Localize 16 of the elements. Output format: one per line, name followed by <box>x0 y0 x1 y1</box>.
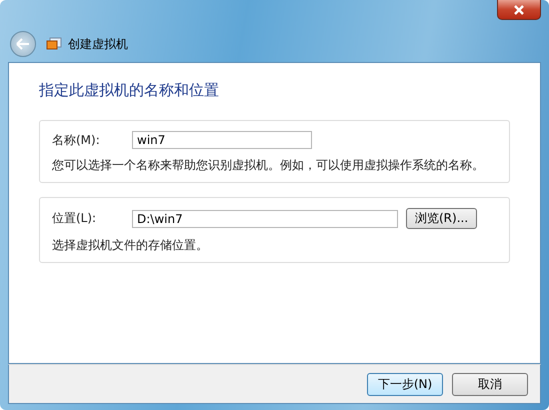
browse-button[interactable]: 浏览(R)... <box>406 208 478 229</box>
field-label: 位置(L): <box>52 210 98 227</box>
app-icon <box>46 37 62 51</box>
cancel-button[interactable]: 取消 <box>452 372 528 396</box>
back-button[interactable] <box>10 31 36 57</box>
hint-text: 选择虚拟机文件的存储位置。 <box>52 237 209 254</box>
location-field[interactable]: D:\win7 <box>132 210 398 228</box>
field-label: 名称(M): <box>52 132 101 148</box>
page-heading: 指定此虚拟机的名称和位置 <box>39 81 220 100</box>
next-button[interactable]: 下一步(N) <box>367 372 443 396</box>
window-title: 创建虚拟机 <box>68 36 128 52</box>
close-icon <box>514 4 524 14</box>
name-field[interactable]: win7 <box>132 131 312 149</box>
close-button[interactable] <box>497 0 541 20</box>
back-arrow-icon <box>16 38 30 50</box>
hint-text: 您可以选择一个名称来帮助您识别虚拟机。例如，可以使用虚拟操作系统的名称。 <box>52 157 485 174</box>
